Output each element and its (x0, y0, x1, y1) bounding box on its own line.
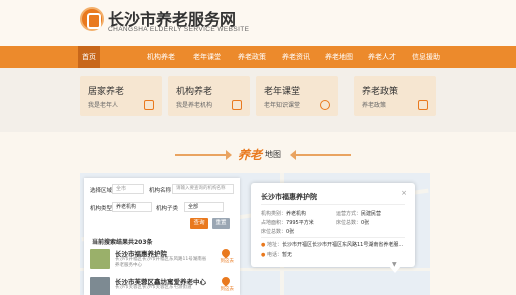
main-nav: 首页 机构养老 老年课堂 养老政策 养老资讯 养老地图 养老人才 信息援助 (0, 46, 516, 68)
directions-link[interactable]: 到这去 (221, 286, 235, 292)
title-decoration-left (175, 154, 230, 156)
field-label: 运营方式： (336, 211, 362, 217)
nature-select[interactable]: 全部 (184, 202, 224, 212)
home-icon (144, 100, 154, 110)
result-count: 当前搜索结果共203条 (92, 239, 153, 246)
popup-row: 机构类别：养老机构 (261, 210, 306, 217)
field-label: 床位总数： (336, 220, 362, 226)
popup-title: 长沙市福惠养护院 (261, 193, 317, 201)
popup-divider (261, 237, 405, 238)
result-address: 长沙市芙蓉区长沙市芙蓉区东屯渡街道 (115, 285, 192, 290)
result-address: 长沙市开福区长沙市开福区东风路11号湖南省养老服务中心 (115, 257, 207, 268)
result-item[interactable]: 长沙市福惠养护院 长沙市开福区长沙市开福区东风路11号湖南省养老服务中心 到这去 (90, 247, 234, 272)
popup-row: 床位总数：0张 (336, 219, 369, 226)
location-pin-icon (220, 247, 232, 259)
location-icon: ● (261, 242, 266, 248)
document-icon (232, 100, 242, 110)
nav-item-institution[interactable]: 机构养老 (145, 46, 177, 68)
field-label: 电话： (266, 252, 282, 258)
region-label: 选择区域 (90, 188, 113, 194)
nav-item-news[interactable]: 养老资讯 (280, 46, 312, 68)
card-title: 机构养老 (176, 87, 213, 97)
field-label: 机构类别： (261, 211, 287, 217)
popup-address-row: ● 地址：长沙市开福区长沙市开福区东风路11号湖南省养老服... (261, 241, 403, 248)
chevron-down-icon[interactable]: ▼ (392, 261, 397, 268)
card-home-care[interactable]: 居家养老 我是老年人 (80, 76, 162, 116)
site-header: 长沙市养老服务网 CHANGSHA ELDERLY SERVICE WEBSIT… (0, 0, 516, 46)
phone-icon: ● (261, 252, 266, 258)
map-title-rest: 地图 (265, 150, 281, 159)
card-classroom[interactable]: 老年课堂 老年知识课堂 (256, 76, 338, 116)
search-button[interactable]: 查询 (190, 218, 208, 229)
map-title-highlight: 养老 (238, 148, 263, 162)
map-search-panel: 选择区域 全市 机构名称 请输入要查询的机构名称 机构类型 养老机构 机构子类 … (84, 178, 240, 295)
title-decoration-right (296, 154, 351, 156)
name-label: 机构名称 (149, 188, 172, 194)
card-title: 老年课堂 (264, 87, 301, 97)
nav-item-map[interactable]: 养老地图 (322, 46, 356, 68)
field-label: 床位总数： (261, 229, 287, 235)
popup-row: 床位总数：0张 (261, 228, 294, 235)
field-value: 7995平方米 (286, 220, 314, 226)
nav-item-policy[interactable]: 养老政策 (236, 46, 268, 68)
field-value: 养老机构 (286, 211, 307, 217)
card-subtitle: 养老政策 (362, 102, 387, 109)
nav-item-classroom[interactable]: 老年课堂 (190, 46, 224, 68)
field-label: 占地面积： (261, 220, 287, 226)
title-arrow-left (226, 150, 232, 160)
field-value: 民建民营 (361, 211, 382, 217)
institution-info-popup: 长沙市福惠养护院 × 机构类别：养老机构 运营方式：民建民营 占地面积：7995… (251, 183, 415, 267)
nav-item-aid[interactable]: 信息援助 (410, 46, 442, 68)
map-section-title: 养老 地图 (0, 144, 516, 166)
play-icon (320, 100, 330, 110)
book-icon (418, 100, 428, 110)
result-item[interactable]: 长沙市芙蓉区鑫坊寓爱养老中心 长沙市芙蓉区长沙市芙蓉区东屯渡街道 到这去 (90, 275, 234, 295)
popup-row: 运营方式：民建民营 (336, 210, 381, 217)
field-value: 暂无 (281, 252, 292, 258)
card-policy[interactable]: 养老政策 养老政策 (354, 76, 436, 116)
nav-item-home[interactable]: 首页 (78, 46, 100, 68)
site-subtitle: CHANGSHA ELDERLY SERVICE WEBSITE (108, 26, 250, 33)
site-logo-icon[interactable] (80, 7, 104, 31)
card-institution-care[interactable]: 机构养老 我是养老机构 (168, 76, 250, 116)
field-value: 0张 (286, 229, 295, 235)
location-pin-icon (220, 275, 232, 287)
field-value: 0张 (361, 220, 370, 226)
card-subtitle: 我是老年人 (88, 102, 119, 109)
card-title: 养老政策 (362, 87, 399, 97)
card-title: 居家养老 (88, 87, 125, 97)
card-subtitle: 老年知识课堂 (264, 102, 301, 109)
card-subtitle: 我是养老机构 (176, 102, 213, 109)
reset-button[interactable]: 重置 (212, 218, 230, 229)
nature-label: 机构子类 (156, 206, 179, 212)
popup-phone-row: ● 电话：暂无 (261, 251, 292, 258)
field-value: 长沙市开福区长沙市开福区东风路11号湖南省养老服... (281, 242, 404, 248)
name-input[interactable]: 请输入要查询的机构名称 (172, 184, 234, 194)
type-label: 机构类型 (90, 206, 113, 212)
directions-link[interactable]: 到这去 (221, 258, 235, 264)
close-icon[interactable]: × (401, 189, 407, 197)
result-thumbnail (90, 249, 110, 269)
popup-divider (261, 204, 405, 205)
result-thumbnail (90, 277, 110, 295)
field-label: 地址： (266, 242, 282, 248)
popup-row: 占地面积：7995平方米 (261, 219, 314, 226)
type-select[interactable]: 养老机构 (112, 202, 152, 212)
nav-item-talent[interactable]: 养老人才 (366, 46, 398, 68)
region-select[interactable]: 全市 (112, 184, 144, 194)
